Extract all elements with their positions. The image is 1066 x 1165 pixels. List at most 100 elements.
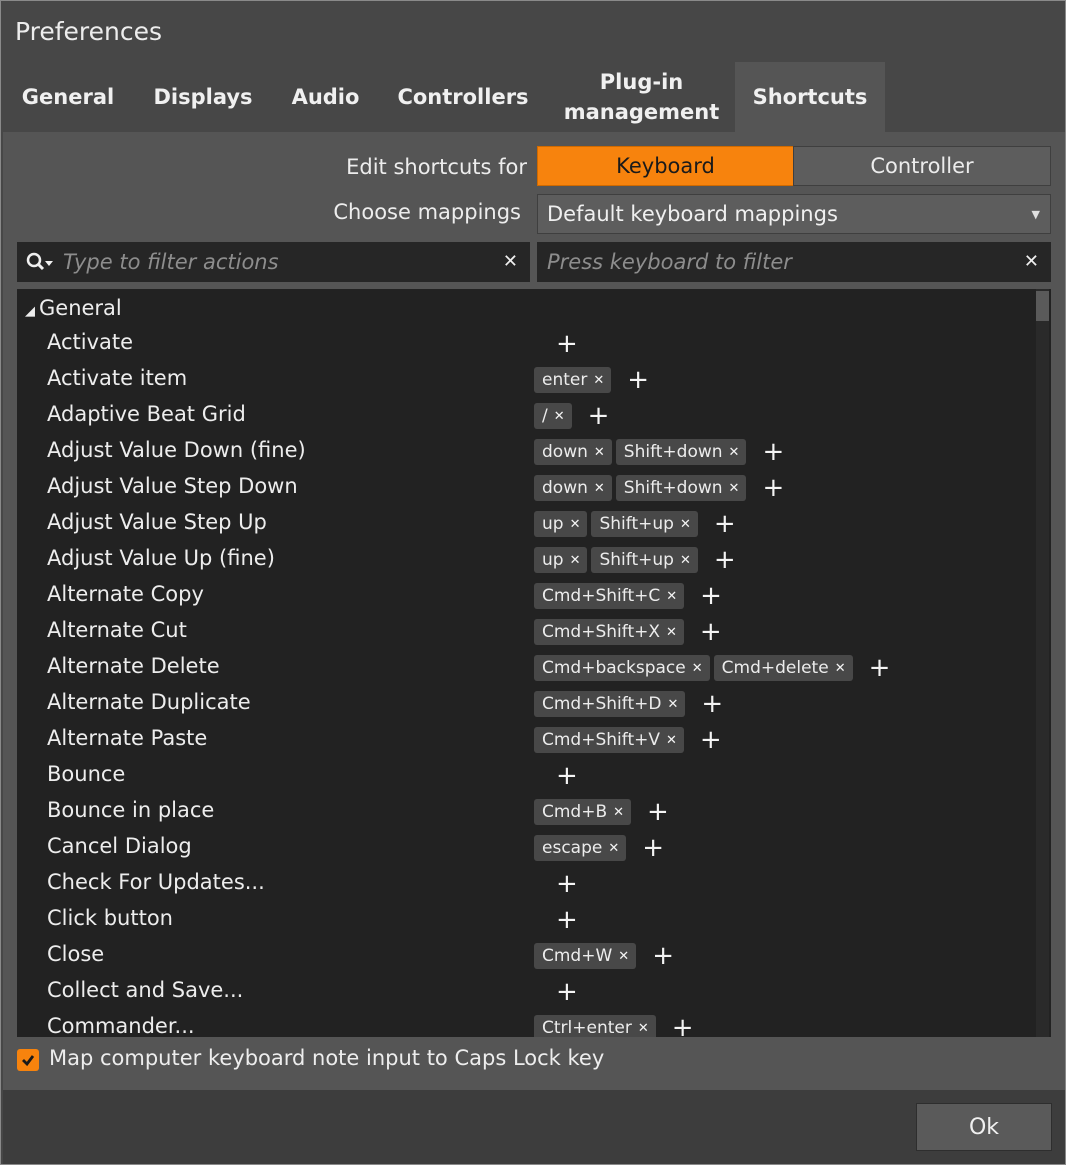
shortcut-row[interactable]: Adaptive Beat Grid / ✕ + xyxy=(17,398,1027,434)
remove-key-icon[interactable]: ✕ xyxy=(594,445,605,460)
add-shortcut-icon[interactable]: + xyxy=(588,403,610,429)
add-shortcut-icon[interactable]: + xyxy=(627,367,649,393)
remove-key-icon[interactable]: ✕ xyxy=(666,625,677,640)
scrollbar-track[interactable] xyxy=(1036,289,1049,1037)
shortcut-row[interactable]: Activate item enter ✕ + xyxy=(17,362,1027,398)
remove-key-icon[interactable]: ✕ xyxy=(729,445,740,460)
key-chip[interactable]: enter ✕ xyxy=(534,367,612,393)
remove-key-icon[interactable]: ✕ xyxy=(618,949,629,964)
shortcut-row[interactable]: Close Cmd+W ✕ + xyxy=(17,938,1027,974)
key-chip[interactable]: Cmd+B ✕ xyxy=(534,799,632,825)
shortcut-row[interactable]: Adjust Value Down (fine) down ✕ Shift+down ✕… xyxy=(17,434,1027,470)
remove-key-icon[interactable]: ✕ xyxy=(666,733,677,748)
add-shortcut-icon[interactable]: + xyxy=(556,331,578,357)
key-chip[interactable]: Cmd+Shift+C ✕ xyxy=(534,583,685,609)
shortcut-row[interactable]: Bounce + xyxy=(17,758,1027,794)
keyboard-toggle-button[interactable]: Keyboard xyxy=(537,146,794,186)
remove-key-icon[interactable]: ✕ xyxy=(570,517,581,532)
add-shortcut-icon[interactable]: + xyxy=(700,583,722,609)
tab-general[interactable]: General xyxy=(3,62,133,132)
add-shortcut-icon[interactable]: + xyxy=(701,691,723,717)
key-chip[interactable]: escape ✕ xyxy=(534,835,627,861)
add-shortcut-icon[interactable]: + xyxy=(556,871,578,897)
shortcut-row[interactable]: Alternate Cut Cmd+Shift+X ✕ + xyxy=(17,614,1027,650)
key-chip[interactable]: Shift+down ✕ xyxy=(615,439,747,465)
key-chip[interactable]: Shift+up ✕ xyxy=(591,511,698,537)
remove-key-icon[interactable]: ✕ xyxy=(835,661,846,676)
shortcut-row[interactable]: Activate + xyxy=(17,326,1027,362)
add-shortcut-icon[interactable]: + xyxy=(762,439,784,465)
key-chip[interactable]: Cmd+W ✕ xyxy=(534,943,637,969)
clear-action-filter-icon[interactable]: ✕ xyxy=(503,251,518,272)
key-chip[interactable]: up ✕ xyxy=(534,547,588,573)
shortcut-row[interactable]: Alternate Duplicate Cmd+Shift+D ✕ + xyxy=(17,686,1027,722)
tab-controllers[interactable]: Controllers xyxy=(378,62,548,132)
group-general[interactable]: ◢ General xyxy=(25,296,122,320)
add-shortcut-icon[interactable]: + xyxy=(700,727,722,753)
remove-key-icon[interactable]: ✕ xyxy=(570,553,581,568)
remove-key-icon[interactable]: ✕ xyxy=(729,481,740,496)
key-chip-label: Cmd+Shift+V xyxy=(542,730,660,750)
add-shortcut-icon[interactable]: + xyxy=(714,511,736,537)
add-shortcut-icon[interactable]: + xyxy=(762,475,784,501)
key-chip[interactable]: down ✕ xyxy=(534,439,612,465)
key-filter-input[interactable] xyxy=(545,249,1051,275)
shortcut-row[interactable]: Commander... Ctrl+enter ✕ + xyxy=(17,1010,1027,1037)
key-chip[interactable]: Ctrl+enter ✕ xyxy=(534,1015,656,1037)
shortcut-row[interactable]: Check For Updates... + xyxy=(17,866,1027,902)
tab-audio[interactable]: Audio xyxy=(273,62,378,132)
remove-key-icon[interactable]: ✕ xyxy=(608,841,619,856)
add-shortcut-icon[interactable]: + xyxy=(647,799,669,825)
key-chip[interactable]: up ✕ xyxy=(534,511,588,537)
shortcut-row[interactable]: Bounce in place Cmd+B ✕ + xyxy=(17,794,1027,830)
shortcut-row[interactable]: Alternate Copy Cmd+Shift+C ✕ + xyxy=(17,578,1027,614)
add-shortcut-icon[interactable]: + xyxy=(714,547,736,573)
action-filter-input[interactable] xyxy=(61,249,530,275)
remove-key-icon[interactable]: ✕ xyxy=(554,409,565,424)
mappings-select[interactable]: Default keyboard mappings ▼ xyxy=(537,194,1051,234)
shortcut-row[interactable]: Adjust Value Up (fine) up ✕ Shift+up ✕ + xyxy=(17,542,1027,578)
add-shortcut-icon[interactable]: + xyxy=(556,979,578,1005)
key-chip[interactable]: Shift+up ✕ xyxy=(591,547,698,573)
controller-toggle-button[interactable]: Controller xyxy=(793,146,1051,186)
add-shortcut-icon[interactable]: + xyxy=(672,1015,694,1037)
add-shortcut-icon[interactable]: + xyxy=(642,835,664,861)
key-chip[interactable]: Cmd+Shift+V ✕ xyxy=(534,727,684,753)
remove-key-icon[interactable]: ✕ xyxy=(680,553,691,568)
clear-key-filter-icon[interactable]: ✕ xyxy=(1024,251,1039,272)
caps-lock-checkbox[interactable] xyxy=(17,1049,39,1071)
key-chip[interactable]: Shift+down ✕ xyxy=(615,475,747,501)
shortcut-row[interactable]: Alternate Paste Cmd+Shift+V ✕ + xyxy=(17,722,1027,758)
tab-shortcuts[interactable]: Shortcuts xyxy=(735,62,885,132)
action-name: Activate item xyxy=(47,366,188,390)
tab-plugin-management[interactable]: Plug-in management xyxy=(548,62,735,132)
add-shortcut-icon[interactable]: + xyxy=(556,907,578,933)
key-chip[interactable]: / ✕ xyxy=(534,403,572,429)
remove-key-icon[interactable]: ✕ xyxy=(594,481,605,496)
shortcut-row[interactable]: Adjust Value Step Up up ✕ Shift+up ✕ + xyxy=(17,506,1027,542)
shortcut-row[interactable]: Cancel Dialog escape ✕ + xyxy=(17,830,1027,866)
remove-key-icon[interactable]: ✕ xyxy=(593,373,604,388)
tab-displays[interactable]: Displays xyxy=(133,62,273,132)
remove-key-icon[interactable]: ✕ xyxy=(680,517,691,532)
add-shortcut-icon[interactable]: + xyxy=(869,655,891,681)
ok-button[interactable]: Ok xyxy=(916,1103,1052,1151)
remove-key-icon[interactable]: ✕ xyxy=(666,589,677,604)
remove-key-icon[interactable]: ✕ xyxy=(667,697,678,712)
remove-key-icon[interactable]: ✕ xyxy=(638,1021,649,1036)
remove-key-icon[interactable]: ✕ xyxy=(692,661,703,676)
add-shortcut-icon[interactable]: + xyxy=(652,943,674,969)
key-chip[interactable]: Cmd+Shift+X ✕ xyxy=(534,619,684,645)
add-shortcut-icon[interactable]: + xyxy=(556,763,578,789)
shortcut-row[interactable]: Alternate Delete Cmd+backspace ✕ Cmd+delete… xyxy=(17,650,1027,686)
key-chip[interactable]: down ✕ xyxy=(534,475,612,501)
scrollbar-thumb[interactable] xyxy=(1036,291,1049,321)
remove-key-icon[interactable]: ✕ xyxy=(613,805,624,820)
key-chip[interactable]: Cmd+Shift+D ✕ xyxy=(534,691,686,717)
shortcut-row[interactable]: Click button + xyxy=(17,902,1027,938)
shortcut-row[interactable]: Adjust Value Step Down down ✕ Shift+down ✕ + xyxy=(17,470,1027,506)
key-chip[interactable]: Cmd+delete ✕ xyxy=(713,655,853,681)
add-shortcut-icon[interactable]: + xyxy=(700,619,722,645)
key-chip[interactable]: Cmd+backspace ✕ xyxy=(534,655,710,681)
shortcut-row[interactable]: Collect and Save... + xyxy=(17,974,1027,1010)
